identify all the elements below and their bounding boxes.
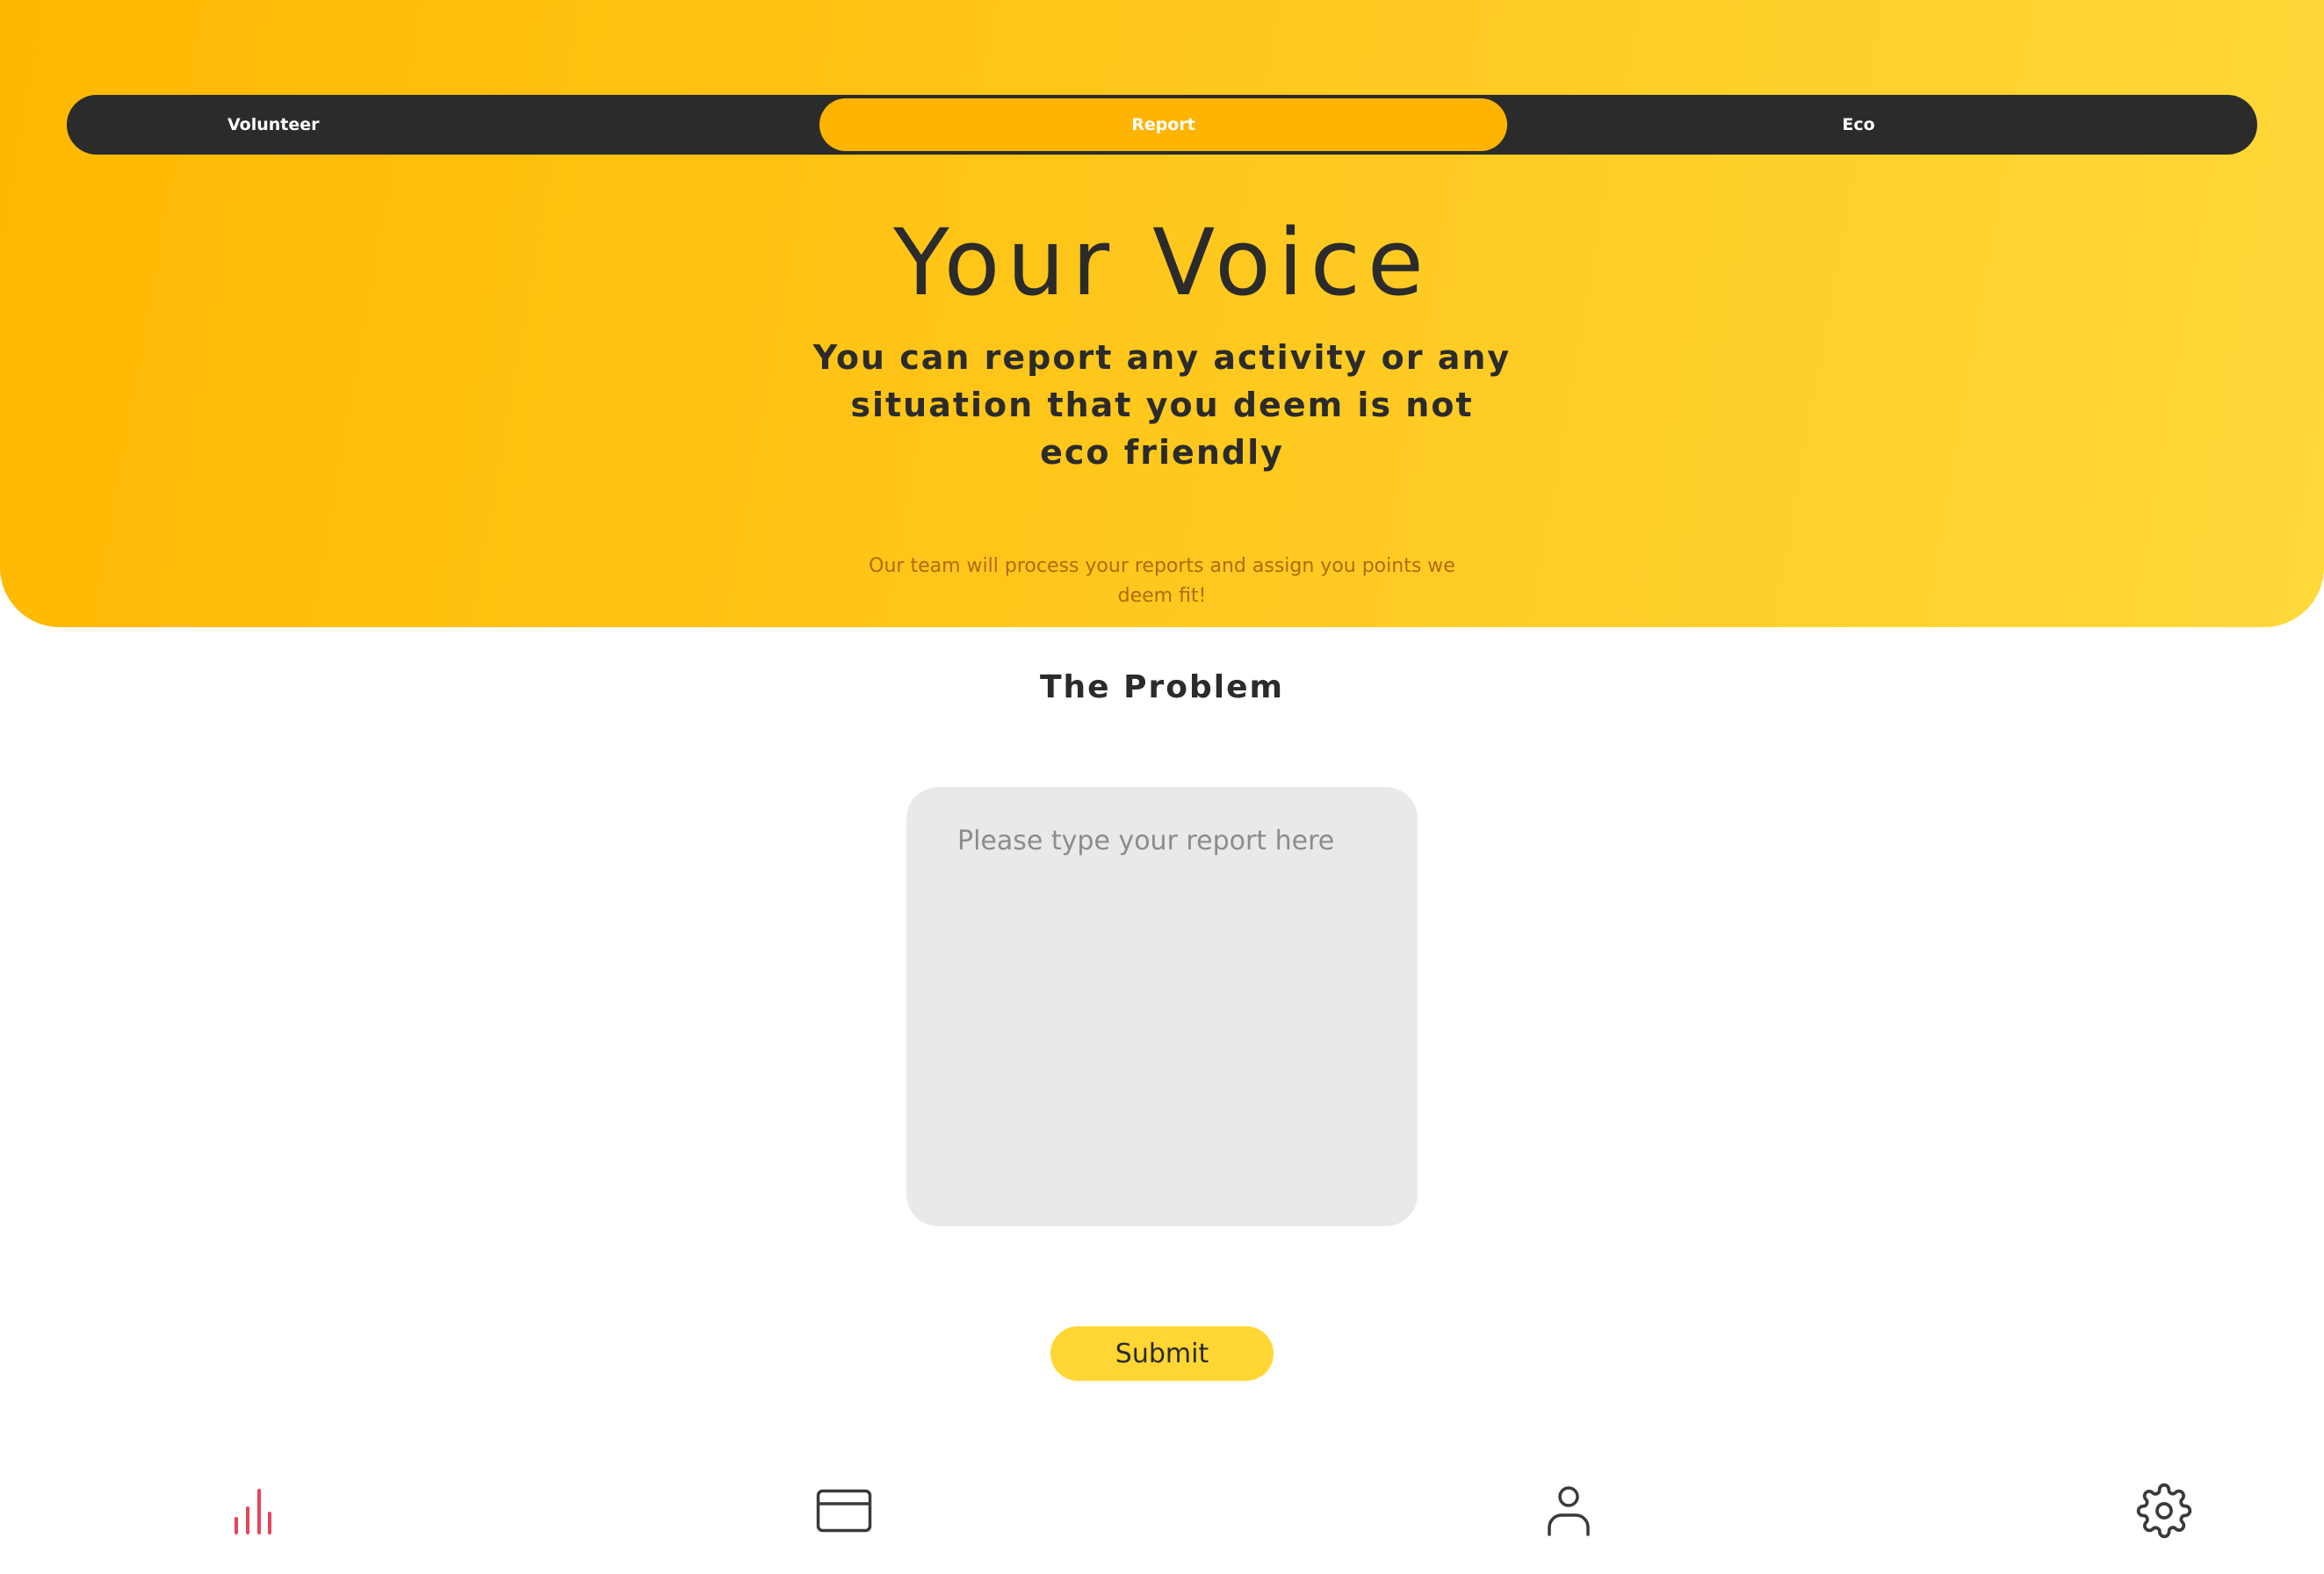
tab-bar: Volunteer Report Eco (67, 95, 2257, 155)
nav-stats-button[interactable] (218, 1476, 288, 1546)
tab-eco[interactable]: Eco (1727, 95, 1990, 155)
report-page: Volunteer Report Eco Your Voice You can … (0, 0, 2324, 1574)
problem-heading: The Problem (1039, 669, 1285, 705)
tab-report[interactable]: Report (819, 98, 1507, 151)
tab-volunteer[interactable]: Volunteer (168, 95, 502, 155)
nav-settings-button[interactable] (2129, 1476, 2199, 1546)
credit-card-icon (816, 1489, 872, 1533)
points-note: Our team will process your reports and a… (869, 555, 1455, 607)
gear-icon (2136, 1483, 2192, 1539)
report-input[interactable] (906, 787, 1418, 1226)
nav-profile-button[interactable] (1534, 1476, 1604, 1546)
nav-card-button[interactable] (809, 1476, 879, 1546)
hero-header: Volunteer Report Eco Your Voice You can … (0, 0, 2324, 627)
page-subtitle: You can report any activity or any situa… (812, 338, 1512, 472)
bottom-nav (0, 1476, 2324, 1574)
bar-chart-icon (235, 1489, 271, 1534)
submit-button[interactable]: Submit (1050, 1326, 1274, 1381)
user-icon (1548, 1486, 1590, 1536)
page-title: Your Voice (893, 209, 1431, 316)
